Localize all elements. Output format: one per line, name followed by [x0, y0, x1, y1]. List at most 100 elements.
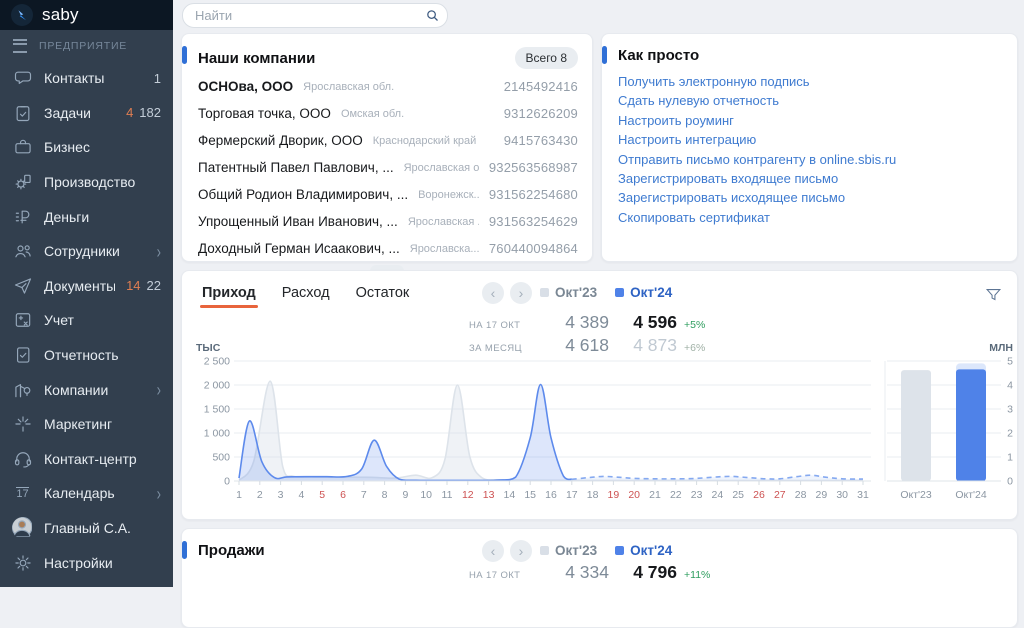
- sales-title[interactable]: Продажи: [198, 542, 265, 559]
- money-card: 1234567891011121314151617181920212223242…: [181, 270, 1018, 520]
- company-inn: 2145492416: [504, 79, 578, 94]
- how-simple-title[interactable]: Как просто: [618, 47, 699, 64]
- company-row[interactable]: Упрощенный Иван Иванович, ... Ярославская…: [198, 208, 578, 235]
- search-input[interactable]: [183, 8, 417, 23]
- sidebar-item-13[interactable]: 17Календарь›: [0, 476, 173, 511]
- calc-icon: [12, 310, 33, 331]
- sidebar-menu: Контакты1Задачи4182Бизнес Производство Ден…: [0, 61, 173, 580]
- legend-item[interactable]: Окт'23: [540, 285, 597, 300]
- svg-text:6: 6: [340, 489, 346, 501]
- badge-count: 1: [154, 71, 161, 86]
- sidebar-item-1[interactable]: Контакты1: [0, 61, 173, 96]
- filter-icon[interactable]: [985, 286, 1002, 308]
- svg-text:4: 4: [298, 489, 304, 501]
- svg-text:4: 4: [1007, 380, 1013, 392]
- company-name: ОСНОва, ООО: [198, 79, 293, 94]
- company-region: Ярославская обл.: [303, 81, 494, 93]
- svg-text:1: 1: [1007, 452, 1013, 464]
- stat-prev-value: 4 618: [545, 335, 609, 356]
- sidebar-item-3[interactable]: Бизнес: [0, 130, 173, 165]
- prev-period-button[interactable]: ‹: [482, 282, 504, 304]
- next-period-button[interactable]: ›: [510, 540, 532, 562]
- sidebar-item-label: Производство: [44, 174, 135, 190]
- headset-icon: [12, 448, 33, 469]
- chevron-right-icon: ›: [157, 379, 161, 400]
- how-simple-card: Как просто Получить электронную подписьС…: [601, 33, 1018, 262]
- svg-text:9: 9: [402, 489, 408, 501]
- how-simple-link-8[interactable]: Скопировать сертификат: [618, 208, 1001, 227]
- chevron-right-icon: ›: [157, 483, 161, 504]
- how-simple-link-5[interactable]: Отправить письмо контрагенту в online.sb…: [618, 150, 1001, 169]
- svg-text:27: 27: [774, 489, 786, 501]
- svg-text:16: 16: [545, 489, 557, 501]
- sidebar-item-9[interactable]: Отчетность: [0, 338, 173, 373]
- sidebar-item-15[interactable]: Настройки: [0, 545, 173, 580]
- company-row[interactable]: Доходный Герман Исаакович, ...Ярославска…: [198, 235, 578, 262]
- stat-delta: +11%: [677, 569, 723, 581]
- legend-item[interactable]: Окт'23: [540, 543, 597, 558]
- money-stats: НА 17 ОКТ4 3894 596+5%ЗА МЕСЯЦ4 6184 873…: [469, 312, 723, 358]
- sidebar-item-11[interactable]: Маркетинг: [0, 407, 173, 442]
- legend-item[interactable]: Окт'24: [615, 543, 672, 558]
- sidebar-item-12[interactable]: Контакт-центр: [0, 442, 173, 477]
- svg-text:5: 5: [1007, 356, 1013, 368]
- money-tab-2[interactable]: Расход: [282, 285, 330, 309]
- company-region: Воронежск...: [418, 189, 479, 201]
- svg-text:8: 8: [382, 489, 388, 501]
- how-simple-link-2[interactable]: Сдать нулевую отчетность: [618, 91, 1001, 110]
- company-row[interactable]: Общий Родион Владимирович, ...Воронежск.…: [198, 181, 578, 208]
- our-companies-title[interactable]: Наши компании: [198, 50, 315, 67]
- how-simple-link-1[interactable]: Получить электронную подпись: [618, 72, 1001, 91]
- sidebar-item-label: Документы: [44, 278, 115, 294]
- how-simple-link-3[interactable]: Настроить роуминг: [618, 111, 1001, 130]
- how-simple-link-6[interactable]: Зарегистрировать входящее письмо: [618, 169, 1001, 188]
- saby-logo-icon: [11, 4, 33, 26]
- sidebar-item-10[interactable]: Компании›: [0, 372, 173, 407]
- sidebar-section-enterprise[interactable]: ПРЕДПРИЯТИЕ: [0, 30, 173, 61]
- prev-period-button[interactable]: ‹: [482, 540, 504, 562]
- sidebar-item-4[interactable]: Производство: [0, 165, 173, 200]
- stat-row: НА 17 ОКТ4 3344 796+11%: [469, 562, 723, 585]
- company-region: Ярославска...: [410, 243, 479, 255]
- company-row[interactable]: Фермерский Дворик, ОООКраснодарский край…: [198, 127, 578, 154]
- sidebar-item-14[interactable]: Главный С.А.: [0, 511, 173, 546]
- logo[interactable]: saby: [0, 0, 173, 30]
- svg-text:15: 15: [524, 489, 536, 501]
- sidebar-item-2[interactable]: Задачи4182: [0, 96, 173, 131]
- svg-text:МЛН: МЛН: [989, 342, 1013, 354]
- sidebar-item-6[interactable]: Сотрудники›: [0, 234, 173, 269]
- svg-text:21: 21: [649, 489, 661, 501]
- svg-text:30: 30: [836, 489, 848, 501]
- svg-text:ТЫС: ТЫС: [196, 342, 221, 354]
- sidebar-item-8[interactable]: Учет: [0, 303, 173, 338]
- stat-prev-value: 4 389: [545, 312, 609, 333]
- sales-legend: Окт'23 Окт'24: [540, 543, 672, 558]
- svg-text:12: 12: [462, 489, 474, 501]
- company-region: Омская обл.: [341, 108, 494, 120]
- legend-item[interactable]: Окт'24: [615, 285, 672, 300]
- money-tab-1[interactable]: Приход: [202, 285, 256, 309]
- svg-text:2: 2: [1007, 428, 1013, 440]
- legend-swatch: [615, 288, 624, 297]
- sidebar-item-5[interactable]: Деньги: [0, 199, 173, 234]
- search-icon[interactable]: [417, 4, 447, 27]
- sidebar-item-label: Календарь: [44, 485, 115, 501]
- how-simple-link-4[interactable]: Настроить интеграцию: [618, 130, 1001, 149]
- sidebar-item-7[interactable]: Документы1422: [0, 269, 173, 304]
- company-name: Упрощенный Иван Иванович, ...: [198, 214, 398, 229]
- svg-text:11: 11: [442, 489, 453, 501]
- svg-text:23: 23: [691, 489, 703, 501]
- company-inn: 931562254680: [489, 187, 578, 202]
- company-row[interactable]: Торговая точка, ООООмская обл.9312626209: [198, 100, 578, 127]
- company-row[interactable]: Патентный Павел Павлович, ...Ярославская…: [198, 154, 578, 181]
- next-period-button[interactable]: ›: [510, 282, 532, 304]
- svg-text:0: 0: [1007, 476, 1013, 488]
- legend-label: Окт'23: [555, 285, 597, 300]
- svg-text:1 500: 1 500: [204, 404, 230, 416]
- how-simple-link-7[interactable]: Зарегистрировать исходящее письмо: [618, 188, 1001, 207]
- sidebar-item-label: Деньги: [44, 209, 89, 225]
- money-tab-3[interactable]: Остаток: [356, 285, 410, 309]
- company-row[interactable]: ОСНОва, ООО Ярославская обл. 2145492416: [198, 73, 578, 100]
- card-accent: [182, 46, 187, 64]
- company-region: Ярославская ...: [408, 216, 479, 228]
